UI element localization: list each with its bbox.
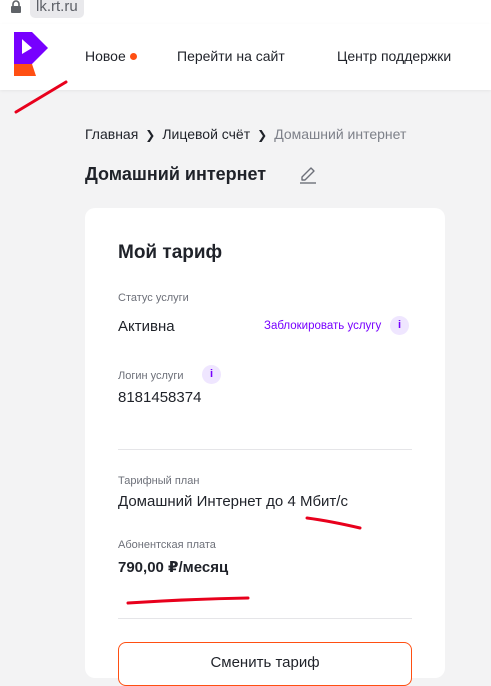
- breadcrumb-home[interactable]: Главная: [85, 126, 138, 142]
- info-icon[interactable]: i: [202, 365, 221, 384]
- block-service-link[interactable]: Заблокировать услугу: [264, 320, 381, 332]
- plan-label: Тарифный план: [118, 475, 200, 487]
- nav-new[interactable]: Новое: [85, 48, 137, 64]
- rostelecom-logo[interactable]: [14, 32, 52, 82]
- fee-value: 790,00 ₽/месяц: [118, 559, 229, 576]
- nav-new-label: Новое: [85, 48, 126, 64]
- site-header: Новое Перейти на сайт Центр поддержки: [0, 24, 491, 90]
- login-value: 8181458374: [118, 389, 202, 406]
- chevron-right-icon: ❯: [145, 128, 156, 142]
- tariff-card: Мой тариф Статус услуги Активна Заблокир…: [85, 208, 445, 686]
- browser-url-bar[interactable]: lk.rt.ru: [0, 0, 491, 24]
- fee-label: Абонентская плата: [118, 539, 216, 551]
- plan-value: Домашний Интернет до 4 Мбит/с: [118, 493, 348, 510]
- notification-dot: [129, 53, 137, 60]
- divider: [118, 618, 412, 619]
- breadcrumb-account[interactable]: Лицевой счёт: [162, 126, 250, 142]
- lock-icon: [11, 0, 21, 13]
- breadcrumb: Главная ❯ Лицевой счёт ❯ Домашний интернет: [85, 126, 406, 142]
- card-title: Мой тариф: [118, 242, 223, 263]
- nav-go-to-site[interactable]: Перейти на сайт: [177, 48, 285, 64]
- url-text[interactable]: lk.rt.ru: [30, 0, 84, 18]
- info-icon[interactable]: i: [390, 316, 409, 335]
- login-label: Логин услуги: [118, 370, 184, 382]
- change-tariff-button[interactable]: Сменить тариф: [118, 642, 412, 686]
- pencil-icon[interactable]: [298, 165, 318, 185]
- divider: [118, 449, 412, 450]
- chevron-right-icon: ❯: [257, 128, 268, 142]
- nav-support-center[interactable]: Центр поддержки: [337, 48, 451, 64]
- page-title: Домашний интернет: [85, 164, 267, 184]
- status-label: Статус услуги: [118, 292, 189, 304]
- breadcrumb-current: Домашний интернет: [274, 126, 407, 142]
- status-value: Активна: [118, 318, 175, 335]
